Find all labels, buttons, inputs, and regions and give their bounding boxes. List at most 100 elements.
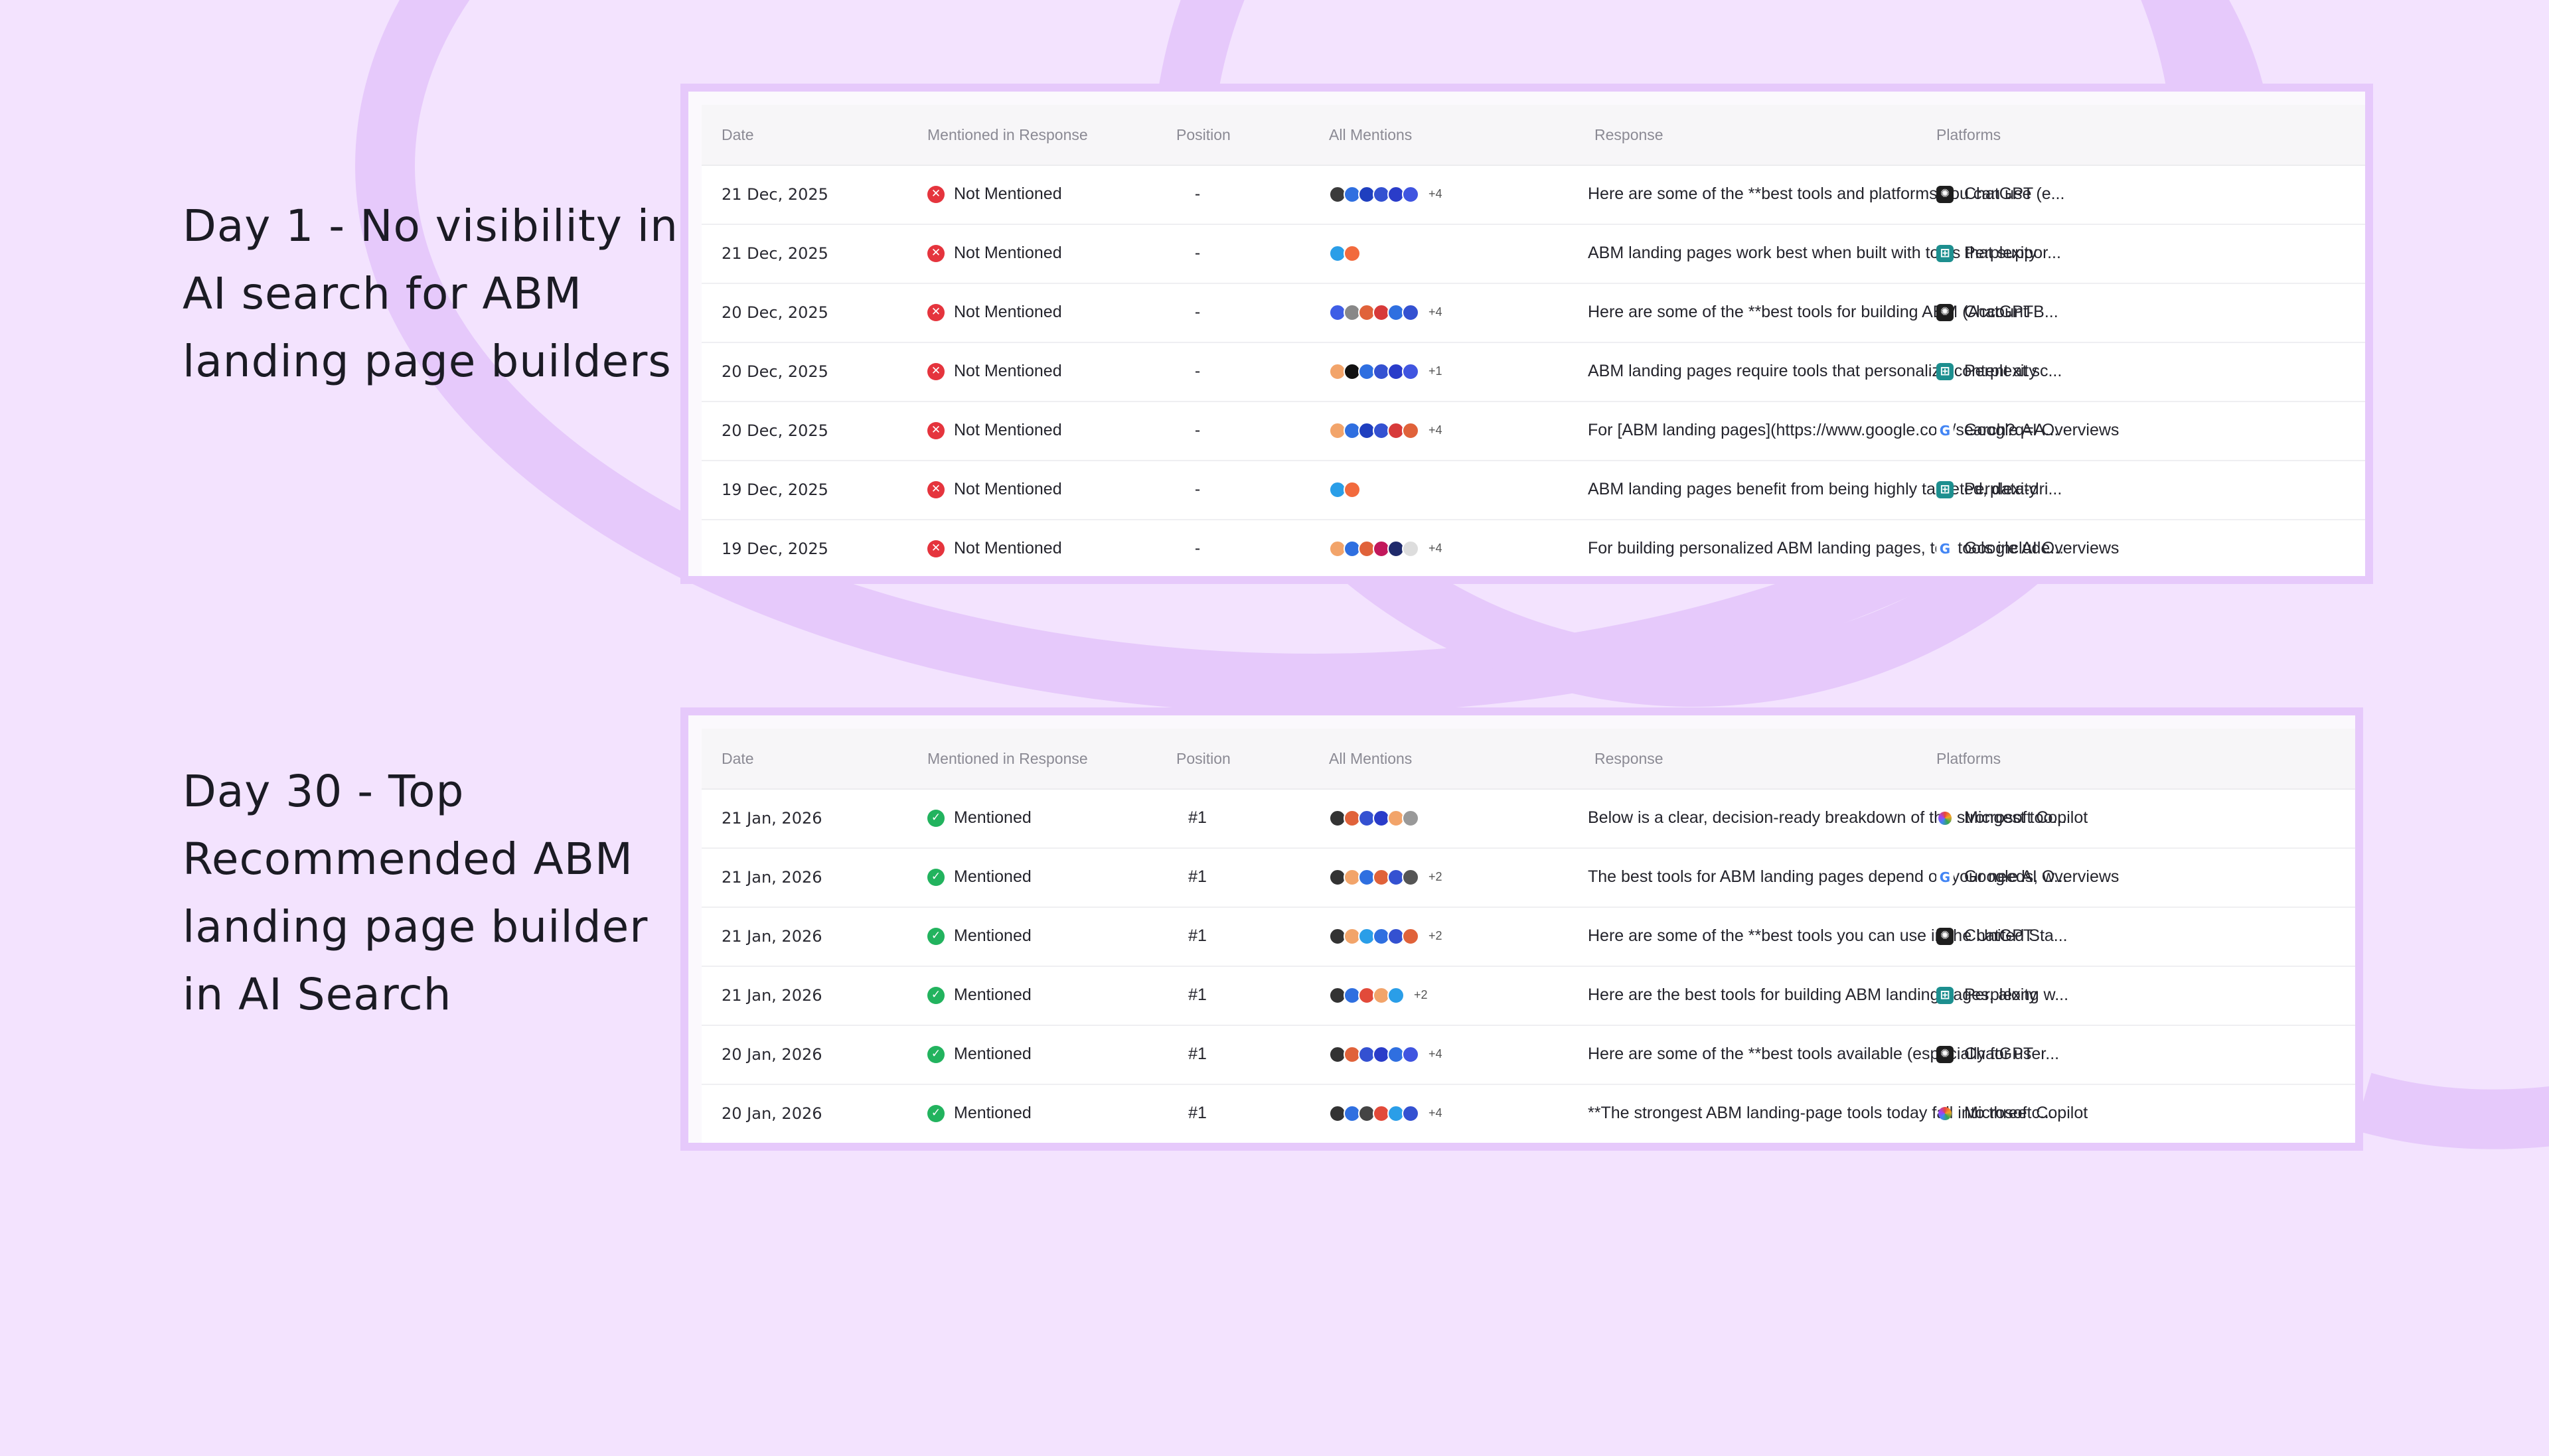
status-cell: ✓ Mentioned [927,1084,1032,1143]
column-header-date[interactable]: Date [722,105,754,165]
results-table-day-1: Date Mentioned in Response Position All Men… [680,84,2373,584]
column-header-date[interactable]: Date [722,729,754,788]
table-row[interactable]: 20 Dec, 2025 ✕ Not Mentioned - +4 For [ABM la… [702,401,2365,461]
google-icon: G [1936,868,1954,886]
check-circle-icon: ✓ [927,809,945,827]
all-mentions-cell[interactable]: +4 [1329,401,1442,460]
date-cell: 21 Jan, 2026 [722,926,822,946]
perplexity-icon: ⊞ [1936,244,1954,262]
status-text: Mentioned [954,867,1032,886]
status-cell: ✓ Mentioned [927,907,1032,966]
status-cell: ✕ Not Mentioned [927,460,1062,519]
position-cell: - [1194,362,1201,380]
status-text: Mentioned [954,1045,1032,1063]
x-circle-icon: ✕ [927,362,945,380]
position-cell: - [1194,480,1201,498]
status-text: Not Mentioned [954,244,1062,262]
column-header-response[interactable]: Response [1594,729,1663,788]
brand-logo-icon [1402,1045,1419,1063]
status-text: Mentioned [954,808,1032,827]
brand-logo-icon [1402,1104,1419,1122]
status-cell: ✓ Mentioned [927,847,1032,907]
column-header-platforms[interactable]: Platforms [1936,729,2001,788]
column-header-mentioned[interactable]: Mentioned in Response [927,729,1088,788]
column-header-mentioned[interactable]: Mentioned in Response [927,105,1088,165]
all-mentions-cell[interactable]: +2 [1329,907,1442,966]
brand-logo-icon [1402,809,1419,827]
table-row[interactable]: 21 Jan, 2026 ✓ Mentioned #1 +2 The best tools… [702,847,2355,908]
status-text: Not Mentioned [954,184,1062,203]
google-icon: G [1936,540,1954,557]
column-header-position[interactable]: Position [1176,105,1231,165]
brand-logo-icon [1402,362,1419,380]
all-mentions-cell[interactable]: +1 [1329,342,1442,401]
table-row[interactable]: 20 Jan, 2026 ✓ Mentioned #1 +4 Here are some … [702,1025,2355,1085]
table-header: Date Mentioned in Response Position All Men… [702,105,2365,166]
all-mentions-cell[interactable]: +4 [1329,165,1442,224]
column-header-response[interactable]: Response [1594,105,1663,165]
platform-name: Perplexity [1964,985,2037,1004]
table-row[interactable]: 19 Dec, 2025 ✕ Not Mentioned - ABM landing p… [702,460,2365,520]
date-cell: 19 Dec, 2025 [722,539,828,558]
position-cell: - [1194,421,1201,439]
table-row[interactable]: 21 Dec, 2025 ✕ Not Mentioned - +4 Here are so… [702,165,2365,225]
column-header-position[interactable]: Position [1176,729,1231,788]
table-row[interactable]: 21 Jan, 2026 ✓ Mentioned #1 +2 Here are some … [702,907,2355,967]
all-mentions-cell[interactable] [1329,224,1370,283]
more-mentions-count: +4 [1429,542,1442,555]
all-mentions-cell[interactable]: +4 [1329,1084,1442,1143]
status-cell: ✓ Mentioned [927,1025,1032,1084]
column-header-platforms[interactable]: Platforms [1936,105,2001,165]
perplexity-icon: ⊞ [1936,480,1954,498]
status-text: Mentioned [954,926,1032,945]
status-cell: ✓ Mentioned [927,788,1032,847]
position-cell: - [1194,244,1201,262]
date-cell: 21 Jan, 2026 [722,808,822,828]
caption-day-1: Day 1 - No visibility in AI search for A… [183,200,678,387]
more-mentions-count: +4 [1429,187,1442,200]
all-mentions-cell[interactable]: +4 [1329,1025,1442,1084]
brand-logo-icon [1402,868,1419,886]
platform-name: Google AI Overviews [1964,867,2120,886]
all-mentions-cell[interactable] [1329,788,1429,847]
table-row[interactable]: 20 Dec, 2025 ✕ Not Mentioned - +1 ABM landing… [702,342,2365,402]
column-header-all-mentions[interactable]: All Mentions [1329,105,1412,165]
table-row[interactable]: 19 Dec, 2025 ✕ Not Mentioned - +4 For buildin… [702,519,2365,576]
platform-cell: ⊞ Perplexity [1936,966,2037,1025]
all-mentions-cell[interactable]: +4 [1329,283,1442,342]
copilot-icon [1938,811,1952,825]
platform-name: Microsoft Copilot [1964,1104,2088,1122]
table-row[interactable]: 21 Dec, 2025 ✕ Not Mentioned - ABM landing p… [702,224,2365,284]
more-mentions-count: +4 [1429,1106,1442,1120]
all-mentions-cell[interactable] [1329,460,1370,519]
platform-name: ChatGPT [1964,184,2034,203]
status-cell: ✕ Not Mentioned [927,342,1062,401]
table-header: Date Mentioned in Response Position All Men… [702,729,2355,790]
all-mentions-cell[interactable]: +2 [1329,847,1442,907]
table-row[interactable]: 21 Jan, 2026 ✓ Mentioned #1 +2 Here are the b… [702,966,2355,1026]
position-cell: - [1194,303,1201,321]
position-cell: #1 [1188,808,1207,827]
table-row[interactable]: 21 Jan, 2026 ✓ Mentioned #1 Below is a clear… [702,788,2355,849]
x-circle-icon: ✕ [927,540,945,557]
status-cell: ✕ Not Mentioned [927,165,1062,224]
more-mentions-count: +4 [1429,1047,1442,1060]
table-row[interactable]: 20 Jan, 2026 ✓ Mentioned #1 +4 **The stronges… [702,1084,2355,1143]
all-mentions-cell[interactable]: +2 [1329,966,1428,1025]
column-header-all-mentions[interactable]: All Mentions [1329,729,1412,788]
check-circle-icon: ✓ [927,1045,945,1063]
date-cell: 21 Dec, 2025 [722,184,828,204]
results-table-day-30: Date Mentioned in Response Position All Men… [680,707,2363,1151]
status-text: Not Mentioned [954,539,1062,557]
table-grid: Date Mentioned in Response Position All Men… [702,729,2355,1143]
all-mentions-cell[interactable]: +4 [1329,519,1442,576]
platform-name: Perplexity [1964,480,2037,498]
position-cell: #1 [1188,1045,1207,1063]
position-cell: #1 [1188,867,1207,886]
check-circle-icon: ✓ [927,1104,945,1122]
position-cell: #1 [1188,985,1207,1004]
date-cell: 21 Jan, 2026 [722,867,822,887]
table-row[interactable]: 20 Dec, 2025 ✕ Not Mentioned - +4 Here are so… [702,283,2365,343]
status-text: Mentioned [954,1104,1032,1122]
platform-cell: ✺ ChatGPT [1936,165,2033,224]
